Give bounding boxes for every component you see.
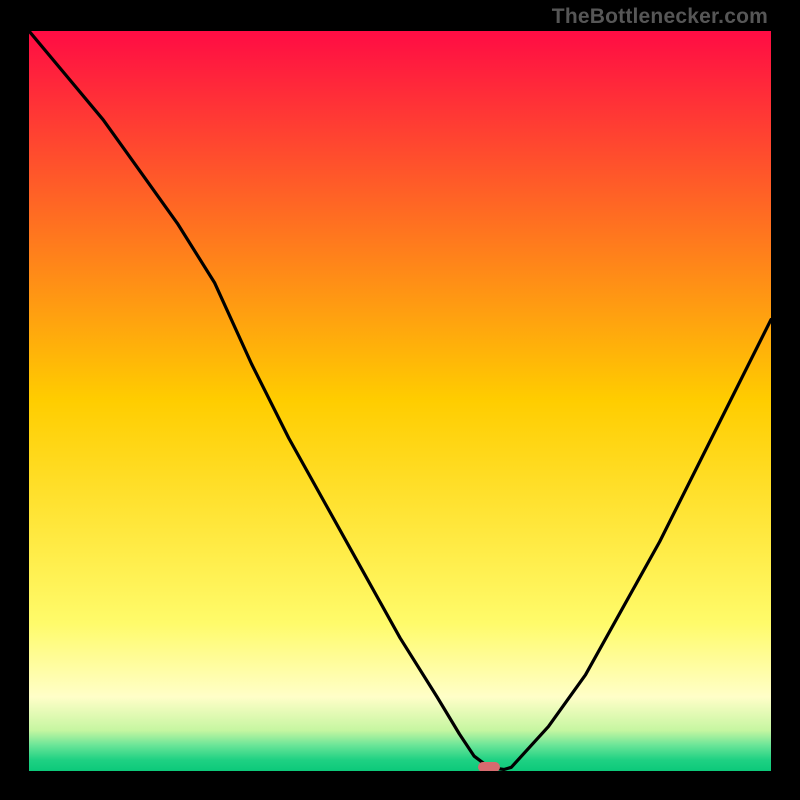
optimal-marker <box>478 762 500 771</box>
bottleneck-curve <box>29 31 771 771</box>
watermark-label: TheBottlenecker.com <box>552 5 768 29</box>
plot-area <box>29 31 771 771</box>
chart-frame: TheBottlenecker.com <box>0 0 800 800</box>
